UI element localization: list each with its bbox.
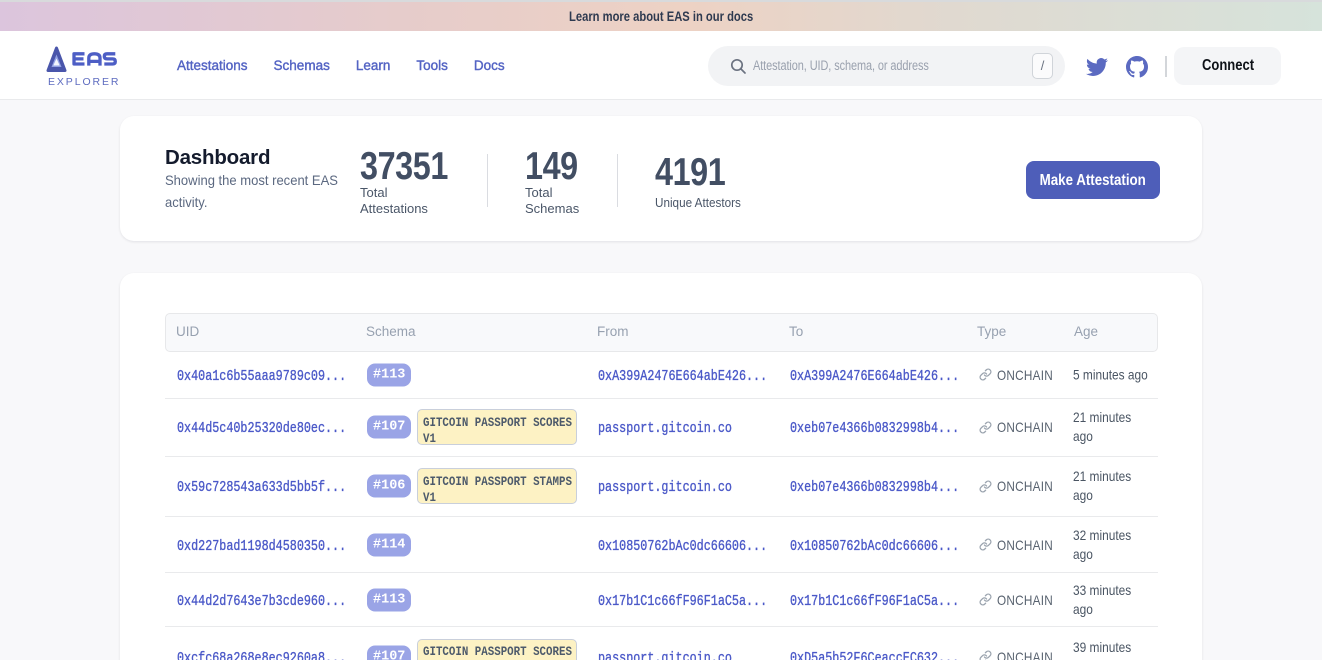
svg-text:EXPLORER: EXPLORER (48, 76, 120, 88)
